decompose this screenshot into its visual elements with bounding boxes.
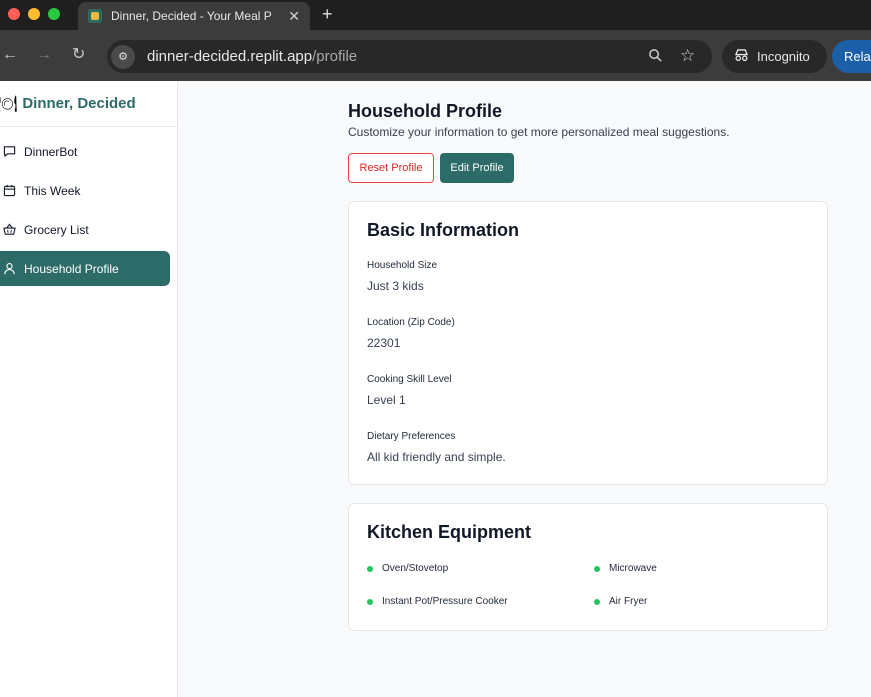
- sidebar-nav: DinnerBot This Week Grocery List Househo…: [0, 127, 177, 286]
- browser-tab[interactable]: Dinner, Decided - Your Meal P ✕: [78, 2, 310, 30]
- equipment-label: Microwave: [609, 563, 657, 574]
- location-label: Location (Zip Code): [367, 317, 455, 328]
- browser-tab-bar: Dinner, Decided - Your Meal P ✕ +: [0, 0, 871, 30]
- address-bar[interactable]: ⚙ dinner-decided.replit.app/profile ☆: [107, 40, 712, 73]
- bookmark-star-icon[interactable]: ☆: [680, 46, 695, 66]
- sidebar-item-label: Household Profile: [24, 261, 119, 276]
- relaunch-button[interactable]: Rela: [832, 40, 871, 73]
- plate-logo-icon: 🍽: [0, 95, 18, 113]
- bullet-dot-icon: [367, 598, 373, 605]
- basic-information-card: Basic Information Household Size Just 3 …: [348, 201, 828, 485]
- sidebar-item-household-profile[interactable]: Household Profile: [0, 251, 170, 286]
- equipment-item: Air Fryer: [594, 596, 647, 607]
- sidebar-item-dinnerbot[interactable]: DinnerBot: [0, 134, 170, 169]
- reload-icon[interactable]: ↻: [72, 46, 85, 64]
- kitchen-equipment-heading: Kitchen Equipment: [367, 522, 532, 542]
- bullet-dot-icon: [594, 598, 600, 605]
- incognito-label: Incognito: [757, 49, 810, 64]
- main-content: Household Profile Customize your informa…: [178, 81, 871, 697]
- equipment-item: Microwave: [594, 563, 657, 574]
- equipment-label: Air Fryer: [609, 596, 648, 607]
- zoom-search-icon[interactable]: [648, 48, 663, 67]
- edit-profile-button[interactable]: Edit Profile: [440, 153, 514, 183]
- browser-toolbar: ← → ↻ ⚙ dinner-decided.replit.app/profil…: [0, 30, 871, 81]
- sidebar-item-grocery-list[interactable]: Grocery List: [0, 212, 170, 247]
- brand[interactable]: 🍽 Dinner, Decided: [0, 81, 177, 127]
- chat-icon: [2, 145, 16, 159]
- bullet-dot-icon: [594, 565, 600, 572]
- url-path: /profile: [312, 48, 358, 65]
- page-title: Household Profile: [348, 101, 503, 121]
- calendar-icon: [2, 184, 16, 198]
- back-arrow-icon[interactable]: ←: [2, 46, 18, 64]
- reset-profile-button[interactable]: Reset Profile: [348, 153, 434, 183]
- equipment-label: Instant Pot/Pressure Cooker: [382, 596, 508, 607]
- sidebar-item-label: This Week: [24, 183, 81, 198]
- tab-title: Dinner, Decided - Your Meal P: [111, 9, 272, 23]
- equipment-item: Instant Pot/Pressure Cooker: [367, 596, 508, 607]
- brand-name: Dinner, Decided: [22, 95, 136, 112]
- url-text[interactable]: dinner-decided.replit.app/profile: [147, 48, 357, 65]
- incognito-icon: [734, 48, 749, 65]
- equipment-label: Oven/Stovetop: [382, 563, 449, 574]
- kitchen-equipment-card: Kitchen Equipment Oven/Stovetop Microwav…: [348, 503, 828, 631]
- incognito-badge[interactable]: Incognito: [722, 40, 827, 73]
- equipment-item: Oven/Stovetop: [367, 563, 448, 574]
- basket-icon: [2, 223, 16, 237]
- dietary-preferences-label: Dietary Preferences: [367, 431, 456, 442]
- zoom-window-button[interactable]: [48, 8, 60, 20]
- cooking-skill-label: Cooking Skill Level: [367, 374, 452, 385]
- new-tab-icon[interactable]: +: [322, 4, 333, 25]
- sidebar: 🍽 Dinner, Decided DinnerBot This Week Gr…: [0, 81, 178, 697]
- close-tab-icon[interactable]: ✕: [288, 8, 300, 25]
- user-icon: [2, 262, 16, 276]
- url-host: dinner-decided.replit.app: [147, 48, 313, 65]
- dietary-preferences-value: All kid friendly and simple.: [367, 450, 506, 464]
- sidebar-item-this-week[interactable]: This Week: [0, 173, 170, 208]
- forward-arrow-icon[interactable]: →: [36, 46, 52, 64]
- minimize-window-button[interactable]: [28, 8, 40, 20]
- page-subtitle: Customize your information to get more p…: [348, 125, 730, 139]
- basic-information-heading: Basic Information: [367, 220, 520, 240]
- close-window-button[interactable]: [8, 8, 20, 20]
- location-value: 22301: [367, 336, 401, 350]
- sidebar-item-label: Grocery List: [24, 222, 89, 237]
- bullet-dot-icon: [367, 565, 373, 572]
- favicon-icon: [88, 9, 102, 23]
- site-settings-icon[interactable]: ⚙: [111, 44, 135, 69]
- sidebar-item-label: DinnerBot: [24, 144, 78, 159]
- household-size-value: Just 3 kids: [367, 279, 424, 293]
- household-size-label: Household Size: [367, 260, 438, 271]
- cooking-skill-value: Level 1: [367, 393, 406, 407]
